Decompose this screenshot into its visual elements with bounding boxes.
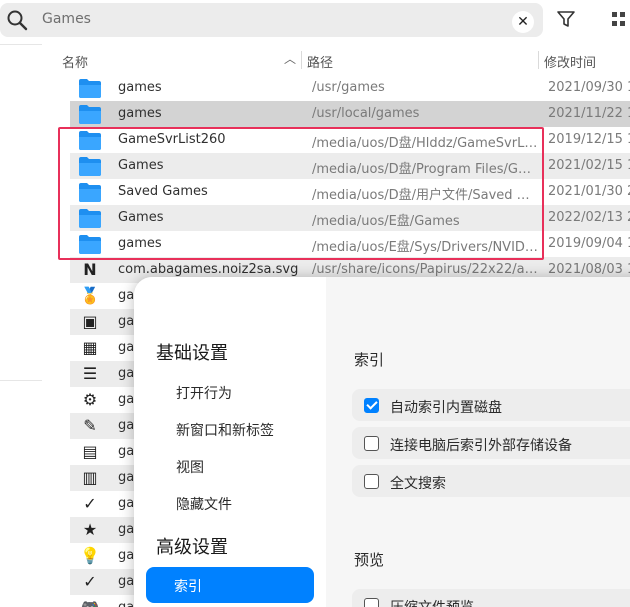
file-row[interactable]: GameSvrList260/media/uos/D盘/Hlddz/GameSv… bbox=[70, 127, 630, 153]
file-name: games bbox=[118, 106, 162, 121]
check-icon: ✓ bbox=[83, 494, 97, 513]
option-label: 自动索引内置磁盘 bbox=[390, 400, 502, 416]
file-name: com.abagames.noiz2sa.svg bbox=[118, 262, 299, 277]
file-path: /media/uos/D盘/Program Files/Ga… bbox=[312, 162, 538, 177]
star-icon: ★ bbox=[82, 520, 98, 539]
modified-column-header[interactable]: 修改时间 bbox=[544, 52, 596, 71]
gear-icon: ⚙ bbox=[82, 390, 98, 409]
folder-icon bbox=[78, 77, 102, 99]
sort-ascending-icon[interactable]: ︿ bbox=[284, 50, 296, 67]
file-path: /usr/games bbox=[312, 80, 385, 95]
grid-view-icon[interactable] bbox=[612, 12, 630, 28]
external-index-checkbox[interactable] bbox=[364, 436, 379, 451]
option-label: 全文搜索 bbox=[390, 476, 446, 492]
settings-content: 索引 自动索引内置磁盘 连接电脑后索引外部存储设备 全文搜索 预览 压缩文件预览 bbox=[326, 277, 630, 607]
search-icon bbox=[7, 10, 28, 31]
chart-icon: ▥ bbox=[82, 468, 98, 487]
file-row[interactable]: Games/media/uos/E盘/Games 2022/02/13 22 bbox=[70, 205, 630, 231]
folder-icon bbox=[78, 155, 102, 177]
file-name: GameSvrList260 bbox=[118, 132, 226, 147]
nav-new-window-tabs[interactable]: 新窗口和新标签 bbox=[176, 420, 274, 440]
option-label: 连接电脑后索引外部存储设备 bbox=[390, 438, 572, 454]
file-modified-date: 2021/09/30 15 bbox=[548, 80, 630, 95]
svg-app-icon: N bbox=[83, 260, 97, 279]
brush-icon: ✎ bbox=[83, 416, 97, 435]
close-icon: ✕ bbox=[517, 14, 529, 30]
folder-icon bbox=[78, 207, 102, 229]
column-divider[interactable] bbox=[301, 51, 302, 69]
award-icon: 🏅 bbox=[80, 286, 100, 305]
path-column-header[interactable]: 路径 bbox=[307, 52, 333, 71]
nav-index-label: 索引 bbox=[174, 579, 202, 595]
preview-section-title: 预览 bbox=[354, 551, 385, 569]
file-path: /usr/local/games bbox=[312, 106, 420, 121]
lightbulb-icon: 💡 bbox=[80, 546, 100, 565]
gamepad-icon: 🎮 bbox=[78, 597, 102, 607]
index-section-title: 索引 bbox=[354, 351, 385, 369]
file-path: /media/uos/E盘/Sys/Drivers/NVIDI… bbox=[312, 240, 538, 255]
file-row[interactable]: Games/media/uos/D盘/Program Files/Ga… 2021… bbox=[70, 153, 630, 179]
file-name: games bbox=[118, 236, 162, 251]
file-row[interactable]: games/usr/games 2021/09/30 15 bbox=[70, 75, 630, 101]
folder-icon bbox=[78, 233, 102, 255]
file-modified-date: 2019/12/15 19 bbox=[548, 132, 630, 147]
file-modified-date: 2019/09/04 10 bbox=[548, 236, 630, 251]
basic-settings-title[interactable]: 基础设置 bbox=[156, 339, 228, 365]
name-column-header[interactable]: 名称 bbox=[62, 52, 88, 71]
archive-preview-checkbox[interactable] bbox=[364, 598, 379, 607]
sidebar-divider bbox=[0, 44, 42, 45]
folder-icon bbox=[78, 103, 102, 125]
nav-hidden-files[interactable]: 隐藏文件 bbox=[176, 494, 232, 514]
file-path: /media/uos/D盘/用户文件/Saved G… bbox=[312, 188, 538, 203]
file-modified-date: 2021/01/30 22 bbox=[548, 184, 630, 199]
file-name: Saved Games bbox=[118, 184, 208, 199]
column-header: 名称 ︿ 路径 修改时间 bbox=[58, 48, 630, 72]
filter-icon[interactable] bbox=[556, 9, 576, 29]
file-name: games bbox=[118, 80, 162, 95]
settings-nav: 基础设置 打开行为 新窗口和新标签 视图 隐藏文件 高级设置 索引 bbox=[134, 277, 326, 607]
file-path: /media/uos/E盘/Games bbox=[312, 214, 460, 229]
clear-search-button[interactable]: ✕ bbox=[512, 11, 534, 33]
option-label: 压缩文件预览 bbox=[390, 597, 474, 607]
file-row[interactable]: Saved Games/media/uos/D盘/用户文件/Saved G… 20… bbox=[70, 179, 630, 205]
file-path: /usr/share/icons/Papirus/22x22/ap… bbox=[312, 262, 538, 277]
folder-icon bbox=[78, 181, 102, 203]
file-row[interactable]: games/media/uos/E盘/Sys/Drivers/NVIDI… 201… bbox=[70, 231, 630, 257]
file-manager-window: Games ✕ 名称 ︿ 路径 修改时间 games/usr/games 2021… bbox=[0, 0, 630, 607]
advanced-settings-title[interactable]: 高级设置 bbox=[156, 533, 228, 559]
file-name: Games bbox=[118, 210, 164, 225]
option-auto-index[interactable]: 自动索引内置磁盘 bbox=[352, 389, 630, 421]
document-icon: ▤ bbox=[82, 442, 98, 461]
file-modified-date: 2022/02/13 22 bbox=[548, 210, 630, 225]
fulltext-search-checkbox[interactable] bbox=[364, 474, 379, 489]
option-archive-preview[interactable]: 压缩文件预览 bbox=[352, 589, 630, 607]
image-icon: ▣ bbox=[82, 312, 98, 331]
file-path: /media/uos/D盘/Hlddz/GameSvrLis… bbox=[312, 136, 538, 151]
list-icon: ☰ bbox=[82, 364, 98, 383]
nav-open-behavior[interactable]: 打开行为 bbox=[176, 383, 232, 403]
file-modified-date: 2021/08/03 17 bbox=[548, 262, 630, 277]
file-name: Games bbox=[118, 158, 164, 173]
search-input[interactable]: Games bbox=[42, 11, 91, 27]
column-divider[interactable] bbox=[538, 51, 539, 69]
nav-index[interactable]: 索引 bbox=[146, 567, 314, 603]
option-external-index[interactable]: 连接电脑后索引外部存储设备 bbox=[352, 427, 630, 459]
file-modified-date: 2021/11/22 16 bbox=[548, 106, 630, 121]
calculator-icon: ▦ bbox=[82, 338, 98, 357]
toolbar: Games ✕ bbox=[0, 0, 630, 42]
option-fulltext-search[interactable]: 全文搜索 bbox=[352, 465, 630, 497]
check-icon: ✓ bbox=[83, 572, 97, 591]
settings-dialog: 基础设置 打开行为 新窗口和新标签 视图 隐藏文件 高级设置 索引 索引 自动索… bbox=[134, 277, 630, 607]
search-box[interactable]: Games ✕ bbox=[0, 3, 543, 37]
nav-view[interactable]: 视图 bbox=[176, 457, 204, 477]
folder-icon bbox=[78, 129, 102, 151]
sidebar-divider bbox=[0, 380, 42, 381]
file-modified-date: 2021/02/15 12 bbox=[548, 158, 630, 173]
file-row[interactable]: games/usr/local/games 2021/11/22 16 bbox=[70, 101, 630, 127]
auto-index-checkbox[interactable] bbox=[364, 398, 379, 413]
